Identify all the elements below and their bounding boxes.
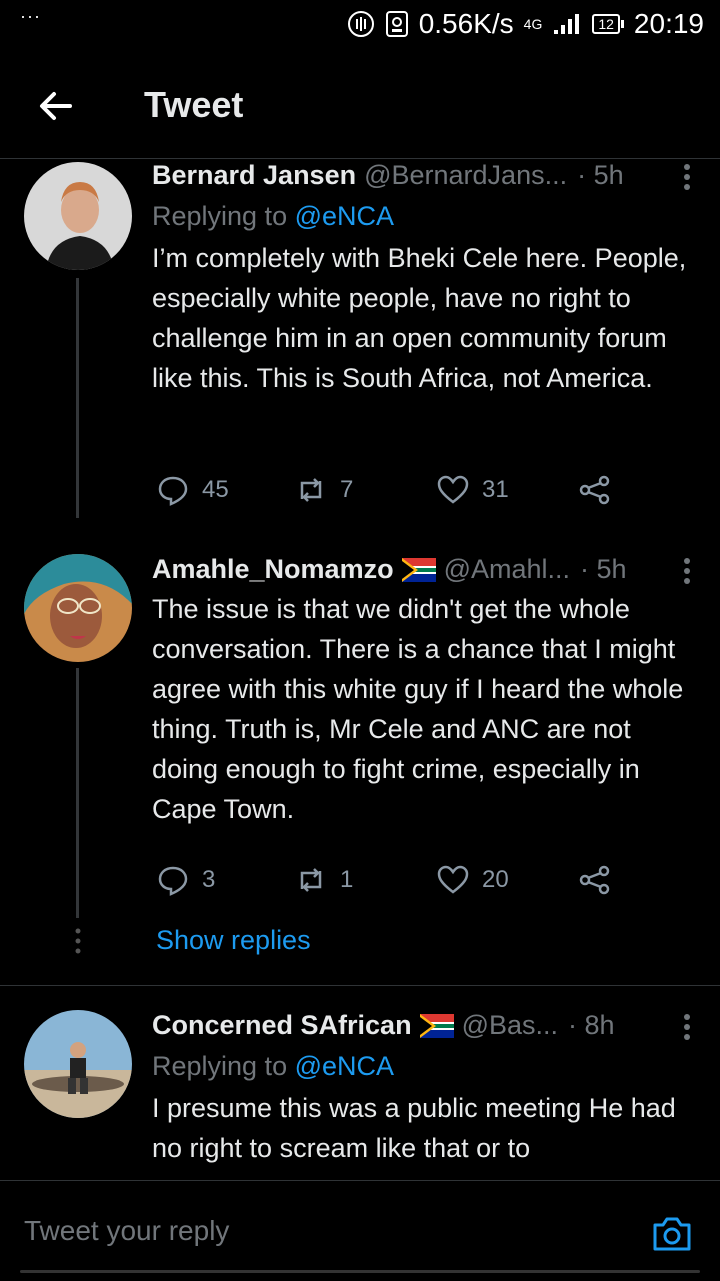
tweet-text: I presume this was a public meeting He h… (152, 1093, 676, 1163)
heart-icon (437, 475, 469, 504)
battery-icon: 12 (592, 14, 624, 34)
status-bar: ··· 0.56K/s 4G 12 20:19 (0, 0, 720, 50)
home-indicator (20, 1270, 700, 1273)
share-icon (579, 865, 610, 895)
display-name[interactable]: Concerned SAfrican (152, 1010, 412, 1041)
south-africa-flag-icon (401, 557, 436, 582)
retweet-button[interactable]: 7 (294, 473, 353, 507)
tweet-text: I’m completely with Bheki Cele here. Peo… (152, 243, 687, 393)
tweet-header: Bernard Jansen @BernardJans... · 5h (152, 160, 697, 191)
like-count: 20 (482, 866, 509, 893)
tweet-text: The issue is that we didn't get the whol… (152, 594, 684, 824)
avatar[interactable] (24, 1010, 132, 1118)
share-button[interactable] (578, 473, 612, 507)
more-options-icon[interactable] (677, 556, 697, 586)
camera-icon[interactable] (650, 1211, 694, 1255)
retweet-count: 7 (340, 476, 354, 503)
reply-count: 45 (202, 476, 229, 503)
tweet-header: Concerned SAfrican @Bas... · 8h (152, 1010, 697, 1041)
top-bar: Tweet (0, 60, 720, 159)
reply-icon (158, 866, 188, 896)
replying-to: Replying to @eNCA (152, 1051, 395, 1081)
reply-icon (158, 476, 188, 506)
avatar[interactable] (24, 162, 132, 270)
timestamp[interactable]: · 8h (568, 1010, 615, 1041)
avatar[interactable] (24, 554, 132, 662)
replying-to: Replying to @eNCA (152, 201, 395, 231)
heart-icon (437, 865, 469, 894)
share-icon (579, 475, 610, 505)
retweet-count: 1 (340, 866, 354, 893)
reply-input[interactable]: Tweet your reply (24, 1215, 229, 1247)
clock: 20:19 (633, 8, 704, 39)
like-count: 31 (482, 476, 509, 503)
reply-count: 3 (202, 866, 216, 893)
show-replies-link[interactable]: Show replies (156, 925, 311, 956)
back-arrow-icon[interactable] (34, 84, 78, 128)
more-options-icon[interactable] (677, 1012, 697, 1042)
timestamp[interactable]: · 5h (577, 160, 624, 191)
signal-icon (554, 14, 580, 34)
reply-button[interactable]: 45 (156, 473, 229, 507)
reply-button[interactable]: 3 (156, 863, 215, 897)
divider (0, 985, 720, 986)
like-button[interactable]: 20 (436, 863, 509, 897)
username[interactable]: @BernardJans... (364, 160, 567, 191)
timestamp[interactable]: · 5h (580, 554, 627, 585)
more-options-icon[interactable] (677, 162, 697, 192)
thread-dots-icon (75, 928, 81, 954)
network-speed: 0.56K/s (418, 8, 514, 39)
mention-link[interactable]: @eNCA (295, 201, 394, 231)
display-name[interactable]: Amahle_Nomamzo (152, 554, 394, 585)
tweet-header: Amahle_Nomamzo @Amahl... · 5h (152, 554, 697, 585)
retweet-button[interactable]: 1 (294, 863, 353, 897)
retweet-icon (300, 868, 322, 892)
mention-link[interactable]: @eNCA (295, 1051, 394, 1081)
page-title: Tweet (144, 84, 244, 125)
thread-line (76, 668, 79, 918)
like-button[interactable]: 31 (436, 473, 509, 507)
vibrate-icon (347, 11, 374, 37)
reply-composer: Tweet your reply (0, 1180, 720, 1281)
username[interactable]: @Amahl... (444, 554, 570, 585)
display-name[interactable]: Bernard Jansen (152, 160, 356, 191)
share-button[interactable] (578, 863, 612, 897)
south-africa-flag-icon (419, 1013, 454, 1038)
thread-line (76, 278, 79, 518)
notification-dots: ··· (20, 6, 41, 26)
retweet-icon (300, 478, 322, 502)
username[interactable]: @Bas... (462, 1010, 558, 1041)
sim-icon (385, 11, 408, 37)
network-type: 4G (523, 16, 543, 32)
